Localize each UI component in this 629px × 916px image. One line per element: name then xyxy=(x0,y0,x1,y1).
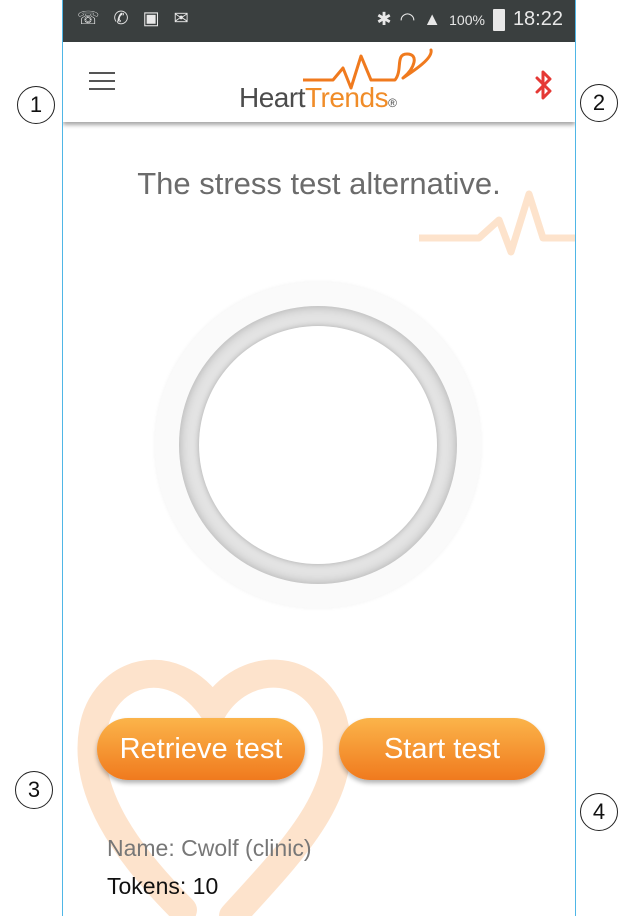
email-icon: ✉ xyxy=(173,8,189,28)
bluetooth-icon[interactable] xyxy=(535,70,553,100)
phone-icon: ✆ xyxy=(113,8,129,28)
callout-2: 2 xyxy=(580,84,618,122)
signal-icon: ▲ xyxy=(423,9,442,29)
progress-center xyxy=(199,326,437,564)
callout-4: 4 xyxy=(580,793,618,831)
bluetooth-status-icon: ✱ xyxy=(376,9,392,29)
phone-screen: ☏ ✆ ▣ ✉ ✱ ◠ ▲ 100% 18:22 HeartTrends® Th… xyxy=(62,0,576,916)
system-icons: ✱ ◠ ▲ 100% 18:22 xyxy=(376,8,563,31)
logo-text: HeartTrends® xyxy=(239,82,397,113)
gallery-icon: ▣ xyxy=(142,8,160,28)
callout-1: 1 xyxy=(17,86,55,124)
hamburger-icon[interactable] xyxy=(89,72,115,90)
progress-track xyxy=(179,306,457,584)
notification-icons: ☏ ✆ ▣ ✉ xyxy=(77,8,189,29)
retrieve-test-button[interactable]: Retrieve test xyxy=(97,718,305,780)
start-test-button[interactable]: Start test xyxy=(339,718,545,780)
token-count: Tokens: 10 xyxy=(107,873,219,899)
clock: 18:22 xyxy=(512,8,563,30)
test-progress-ring xyxy=(155,282,481,608)
status-bar: ☏ ✆ ▣ ✉ ✱ ◠ ▲ 100% 18:22 xyxy=(63,0,575,42)
callout-3: 3 xyxy=(15,771,53,809)
battery-percent: 100% xyxy=(449,11,485,28)
wifi-icon: ◠ xyxy=(399,9,416,29)
hearttrends-logo: HeartTrends® xyxy=(239,48,469,118)
user-name: Name: Cwolf (clinic) xyxy=(107,835,312,861)
tagline: The stress test alternative. xyxy=(137,166,501,201)
battery-icon xyxy=(492,8,505,31)
app-bar: HeartTrends® xyxy=(63,42,575,122)
call-log-icon: ☏ xyxy=(77,8,100,28)
